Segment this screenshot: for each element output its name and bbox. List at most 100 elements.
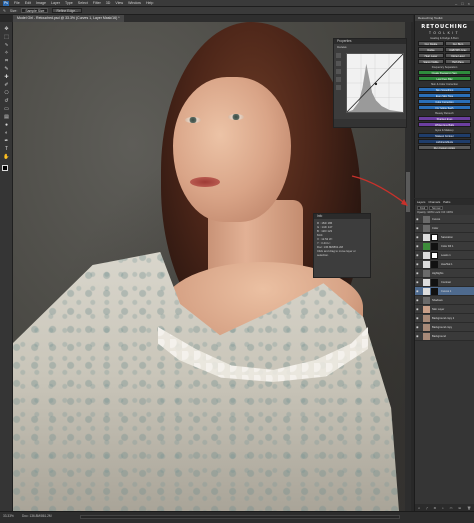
eraser-tool-icon[interactable]: ▭	[3, 106, 10, 112]
visibility-eye-icon[interactable]: ◉	[416, 307, 420, 312]
run-custom-action-button[interactable]: Run Custom Action	[418, 145, 471, 150]
whiten-eye-balls-button[interactable]: Whiten Eye Balls	[418, 122, 471, 127]
layer-row[interactable]: ◉ Background	[415, 332, 474, 341]
zoom-level[interactable]: 33.33%	[3, 514, 14, 518]
trash-icon[interactable]: 🗑	[467, 506, 471, 510]
hand-tool-icon[interactable]: ✋	[3, 154, 10, 160]
layer-mask-thumb[interactable]	[431, 234, 438, 241]
layer-row[interactable]: ◉ Skin Layer	[415, 305, 474, 314]
folder-icon[interactable]: ▭	[450, 506, 453, 510]
layer-row[interactable]: ◉ Background copy	[415, 323, 474, 332]
marquee-tool-icon[interactable]: ⬚	[3, 34, 10, 40]
menu-help[interactable]: Help	[146, 1, 153, 5]
visibility-eye-icon[interactable]: ◉	[416, 262, 420, 267]
layer-row[interactable]: ◉ Highlights	[415, 269, 474, 278]
link-icon[interactable]: ∞	[418, 506, 420, 510]
clone-layer-button[interactable]: Clone Layer	[445, 53, 471, 58]
visibility-eye-icon[interactable]: ◉	[416, 334, 420, 339]
layer-row[interactable]: ◉ Color	[415, 224, 474, 233]
sharpen-eyes-button[interactable]: Sharpen Eyes	[418, 116, 471, 121]
maximize-icon[interactable]: □	[461, 1, 463, 6]
eyedropper-tool-icon[interactable]: ✎	[3, 9, 6, 13]
layer-row[interactable]: ◉ Color Fill 1	[415, 242, 474, 251]
move-tool-icon[interactable]: ✥	[3, 26, 10, 32]
dodge-button[interactable]: Dodge	[418, 47, 444, 52]
document-tab[interactable]: Model Girl - Retouched.psd @ 33.3% (Curv…	[13, 15, 124, 22]
cur-burn-button[interactable]: Cur. Burn	[445, 41, 471, 46]
visibility-eye-icon[interactable]: ◉	[416, 316, 420, 321]
layer-row[interactable]: ◉ Levels 1	[415, 251, 474, 260]
fx-icon[interactable]: ƒ	[426, 506, 428, 510]
healing-brush-icon[interactable]: ✚	[3, 74, 10, 80]
visibility-eye-icon[interactable]: ◉	[416, 280, 420, 285]
white-point-icon[interactable]	[336, 77, 341, 82]
visibility-eye-icon[interactable]: ◉	[416, 289, 420, 294]
create-frequency-sep-button[interactable]: Create Frequency Sep.	[418, 70, 471, 75]
clone-stamp-icon[interactable]: ⎔	[3, 90, 10, 96]
layer-mask-thumb[interactable]	[431, 279, 438, 286]
dodge-tool-icon[interactable]: ◐	[3, 130, 10, 136]
cur-dodge-button[interactable]: Cur. Dodge	[418, 41, 444, 46]
visibility-eye-icon[interactable]: ◉	[416, 226, 420, 231]
makeup-contour-button[interactable]: Makeup Contour	[418, 133, 471, 138]
black-point-icon[interactable]	[336, 61, 341, 66]
stamp-visible-button[interactable]: Stamp Visible	[418, 59, 444, 64]
layer-filter-kind[interactable]: Kind	[417, 206, 429, 210]
horizontal-scrollbar[interactable]	[80, 515, 400, 519]
menu-view[interactable]: View	[115, 1, 123, 5]
lighting-effects-button[interactable]: Lighting Effects	[418, 139, 471, 144]
layer-mask-thumb[interactable]	[431, 243, 438, 250]
eyedropper-icon[interactable]: ✎	[3, 66, 10, 72]
layer-row[interactable]: ◉ Saturation	[415, 233, 474, 242]
visibility-eye-icon[interactable]: ◉	[416, 217, 420, 222]
menu-type[interactable]: Type	[65, 1, 73, 5]
even-skin-tone-button[interactable]: Even Skin Tone	[418, 93, 471, 98]
tab-layers[interactable]: Layers	[417, 199, 425, 205]
blur-tool-icon[interactable]: ●	[3, 122, 10, 128]
brush-tool-icon[interactable]: ✐	[3, 82, 10, 88]
visibility-eye-icon[interactable]: ◉	[416, 271, 420, 276]
menu-layer[interactable]: Layer	[51, 1, 60, 5]
retouching-toolkit-tab[interactable]: Retouching Toolkit	[415, 15, 474, 21]
new-layer-icon[interactable]: ⊞	[459, 506, 462, 510]
layer-mask-thumb[interactable]	[431, 261, 438, 268]
curve-pencil-icon[interactable]	[336, 85, 341, 90]
low-freq-blur-button[interactable]: Low Freq. Blur	[418, 76, 471, 81]
type-tool-icon[interactable]: T	[3, 146, 10, 152]
gradient-tool-icon[interactable]: ▤	[3, 114, 10, 120]
tab-channels[interactable]: Channels	[428, 199, 440, 205]
skin-smoothing-button[interactable]: Skin Smoothing	[418, 87, 471, 92]
lasso-tool-icon[interactable]: ∿	[3, 42, 10, 48]
high-pass-button[interactable]: High Pass	[445, 59, 471, 64]
color-correction-button[interactable]: Color Correction	[418, 99, 471, 104]
visibility-eye-icon[interactable]: ◉	[416, 235, 420, 240]
layer-row[interactable]: ◉ Hue/Sat 1	[415, 260, 474, 269]
menu-window[interactable]: Window	[128, 1, 141, 5]
menu-filter[interactable]: Filter	[93, 1, 101, 5]
crop-tool-icon[interactable]: ⌗	[3, 58, 10, 64]
layer-row[interactable]: ◉ Background copy 2	[415, 314, 474, 323]
fill-field[interactable]: Fill: 100%	[442, 211, 453, 214]
curves-histogram[interactable]	[346, 53, 404, 113]
layer-mask-thumb[interactable]	[431, 252, 438, 259]
layer-mask-thumb[interactable]	[431, 288, 438, 295]
menu-3d[interactable]: 3D	[106, 1, 111, 5]
tab-paths[interactable]: Paths	[443, 199, 450, 205]
layer-row-selected[interactable]: ◉ Curves 1	[415, 287, 474, 296]
menu-edit[interactable]: Edit	[25, 1, 31, 5]
gray-point-icon[interactable]	[336, 69, 341, 74]
blend-mode-select[interactable]: Normal	[428, 206, 444, 210]
heal-layer-button[interactable]: Heal. Layer	[418, 53, 444, 58]
quick-select-tool-icon[interactable]: ✧	[3, 50, 10, 56]
adjustment-icon[interactable]: ◑	[442, 506, 444, 510]
refine-edge-button[interactable]: Refine Edge...	[52, 8, 82, 13]
on-image-adjust-icon[interactable]	[336, 53, 341, 58]
mask-icon[interactable]: ◘	[434, 506, 436, 510]
layer-row[interactable]: ◉ Shadows	[415, 296, 474, 305]
layer-row[interactable]: ◉ Curves	[415, 215, 474, 224]
fix-yellow-teeth-button[interactable]: Fix Yellow Teeth	[418, 105, 471, 110]
menu-image[interactable]: Image	[36, 1, 46, 5]
foreground-color-swatch[interactable]	[2, 165, 8, 171]
photoshop-app-icon[interactable]: Ps	[3, 0, 9, 6]
layer-row[interactable]: ◉ Contrast	[415, 278, 474, 287]
